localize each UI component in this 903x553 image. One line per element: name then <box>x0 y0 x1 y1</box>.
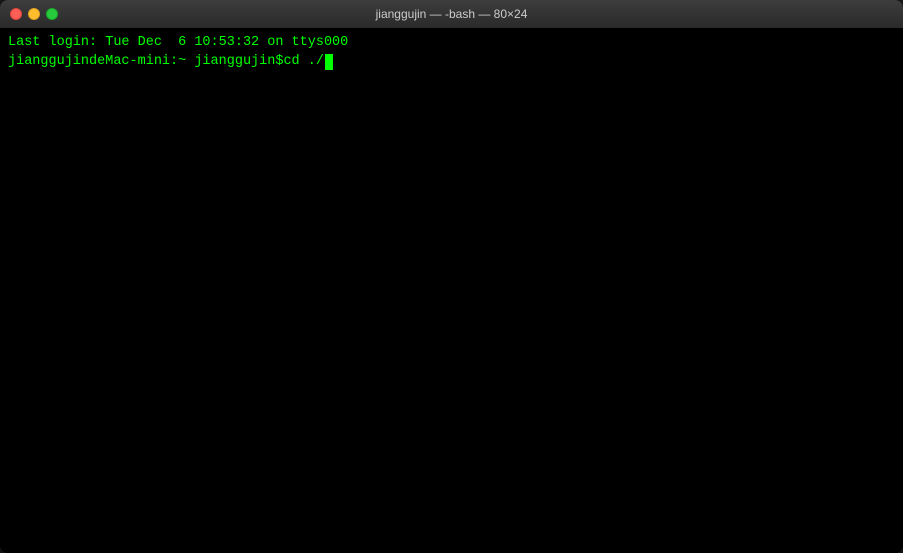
last-login-line: Last login: Tue Dec 6 10:53:32 on ttys00… <box>8 34 895 53</box>
prompt-text: jianggujindeMac-mini:~ jianggujin$ <box>8 53 283 72</box>
command-text: cd ./ <box>283 53 324 72</box>
close-button[interactable] <box>10 8 22 20</box>
maximize-button[interactable] <box>46 8 58 20</box>
cursor <box>325 54 333 70</box>
terminal-content[interactable]: Last login: Tue Dec 6 10:53:32 on ttys00… <box>0 28 903 553</box>
traffic-lights <box>10 8 58 20</box>
prompt-line: jianggujindeMac-mini:~ jianggujin$ cd ./ <box>8 53 895 72</box>
window-title: jianggujin — -bash — 80×24 <box>376 7 528 21</box>
titlebar: jianggujin — -bash — 80×24 <box>0 0 903 28</box>
terminal-window: jianggujin — -bash — 80×24 Last login: T… <box>0 0 903 553</box>
minimize-button[interactable] <box>28 8 40 20</box>
